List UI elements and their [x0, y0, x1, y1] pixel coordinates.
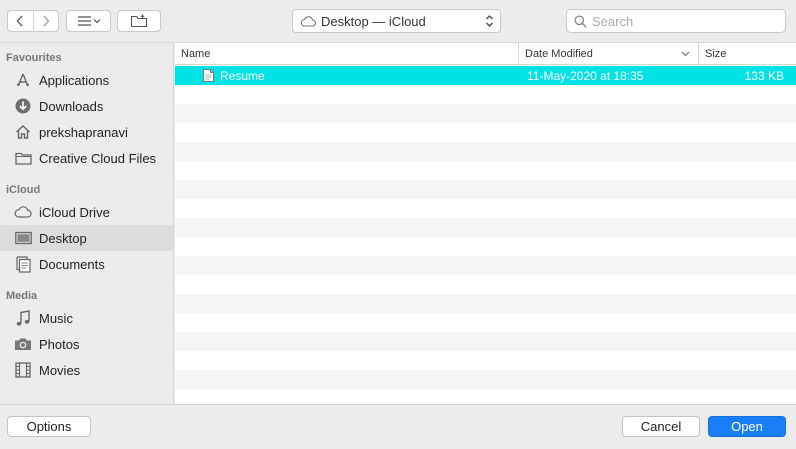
empty-row [175, 218, 796, 237]
location-popup[interactable]: Desktop — iCloud [292, 9, 501, 33]
empty-row [175, 180, 796, 199]
empty-row [175, 85, 796, 104]
view-options-button[interactable] [66, 10, 111, 32]
sidebar-item-desktop[interactable]: Desktop [0, 225, 173, 251]
empty-row [175, 104, 796, 123]
empty-row [175, 351, 796, 370]
column-header-name[interactable]: Name [175, 43, 518, 65]
search-input[interactable] [592, 13, 772, 29]
sidebar-item-label: prekshapranavi [39, 124, 128, 140]
empty-row [175, 275, 796, 294]
sidebar-item-label: Music [39, 310, 73, 326]
empty-row [175, 370, 796, 389]
cloud-icon [300, 15, 316, 27]
sidebar-heading-icloud: iCloud [6, 184, 41, 196]
sidebar-item-movies[interactable]: Movies [0, 357, 173, 383]
search-field[interactable] [566, 9, 786, 33]
empty-row [175, 389, 796, 404]
music-icon [14, 309, 32, 327]
empty-row [175, 142, 796, 161]
sidebar-item-label: Documents [39, 256, 105, 272]
table-row[interactable]: Resume 11-May-2020 at 18:35 133 KB [175, 66, 796, 85]
file-list: Name Date Modified Size Resume 11-May-20… [175, 42, 796, 404]
sidebar-item-photos[interactable]: Photos [0, 331, 173, 357]
cancel-button[interactable]: Cancel [622, 416, 700, 437]
sidebar-item-applications[interactable]: Applications [0, 67, 173, 93]
film-icon [14, 361, 32, 379]
column-header-size[interactable]: Size [698, 43, 796, 65]
file-date: 11-May-2020 at 18:35 [527, 68, 644, 83]
list-header: Name Date Modified Size [175, 43, 796, 65]
sidebar-item-home[interactable]: prekshapranavi [0, 119, 173, 145]
empty-row [175, 161, 796, 180]
search-icon [574, 14, 587, 27]
empty-row [175, 313, 796, 332]
sidebar-item-label: iCloud Drive [39, 204, 110, 220]
empty-row [175, 199, 796, 218]
camera-icon [14, 335, 32, 353]
sidebar-item-documents[interactable]: Documents [0, 251, 173, 277]
sidebar-item-creative-cloud-files[interactable]: Creative Cloud Files [0, 145, 173, 171]
cloud-icon [14, 203, 32, 221]
footer-bar: Options Cancel Open [0, 404, 796, 449]
sidebar-item-label: Photos [39, 336, 80, 352]
forward-button[interactable] [32, 11, 59, 31]
file-size: 133 KB [744, 68, 784, 83]
chevron-down-icon [681, 51, 690, 57]
open-button[interactable]: Open [708, 416, 786, 437]
list-view-icon [77, 16, 100, 26]
desktop-icon [14, 229, 32, 247]
sidebar-item-label: Creative Cloud Files [39, 150, 157, 166]
empty-row [175, 332, 796, 351]
navigation-buttons [7, 10, 59, 32]
sidebar-item-label: Movies [39, 362, 81, 378]
empty-row [175, 294, 796, 313]
empty-row [175, 237, 796, 256]
chevron-left-icon [16, 15, 23, 27]
column-header-date-modified[interactable]: Date Modified [518, 43, 698, 65]
file-name: Resume [220, 68, 265, 83]
new-folder-icon [130, 14, 148, 28]
downloads-icon [14, 97, 32, 115]
toolbar: Desktop — iCloud [0, 0, 796, 42]
location-label: Desktop — iCloud [321, 13, 426, 29]
new-folder-button[interactable] [117, 10, 161, 32]
folder-icon [14, 149, 32, 167]
options-button[interactable]: Options [7, 416, 91, 437]
back-button[interactable] [8, 11, 33, 31]
home-icon [14, 123, 32, 141]
sidebar-item-icloud-drive[interactable]: iCloud Drive [0, 199, 173, 225]
sidebar-item-label: Downloads [39, 98, 104, 114]
chevron-right-icon [43, 15, 50, 27]
sidebar-item-downloads[interactable]: Downloads [0, 93, 173, 119]
sidebar-item-label: Applications [39, 72, 110, 88]
sidebar-item-label: Desktop [39, 230, 87, 246]
documents-icon [14, 255, 32, 273]
sidebar-heading-favourites: Favourites [6, 52, 62, 64]
sidebar-item-music[interactable]: Music [0, 305, 173, 331]
applications-icon [14, 71, 32, 89]
sidebar: Favourites Applications Downloads preksh… [0, 42, 174, 404]
empty-row [175, 256, 796, 275]
stepper-icon [486, 15, 493, 27]
empty-row [175, 123, 796, 142]
sidebar-heading-media: Media [6, 290, 38, 302]
document-icon [203, 69, 214, 82]
